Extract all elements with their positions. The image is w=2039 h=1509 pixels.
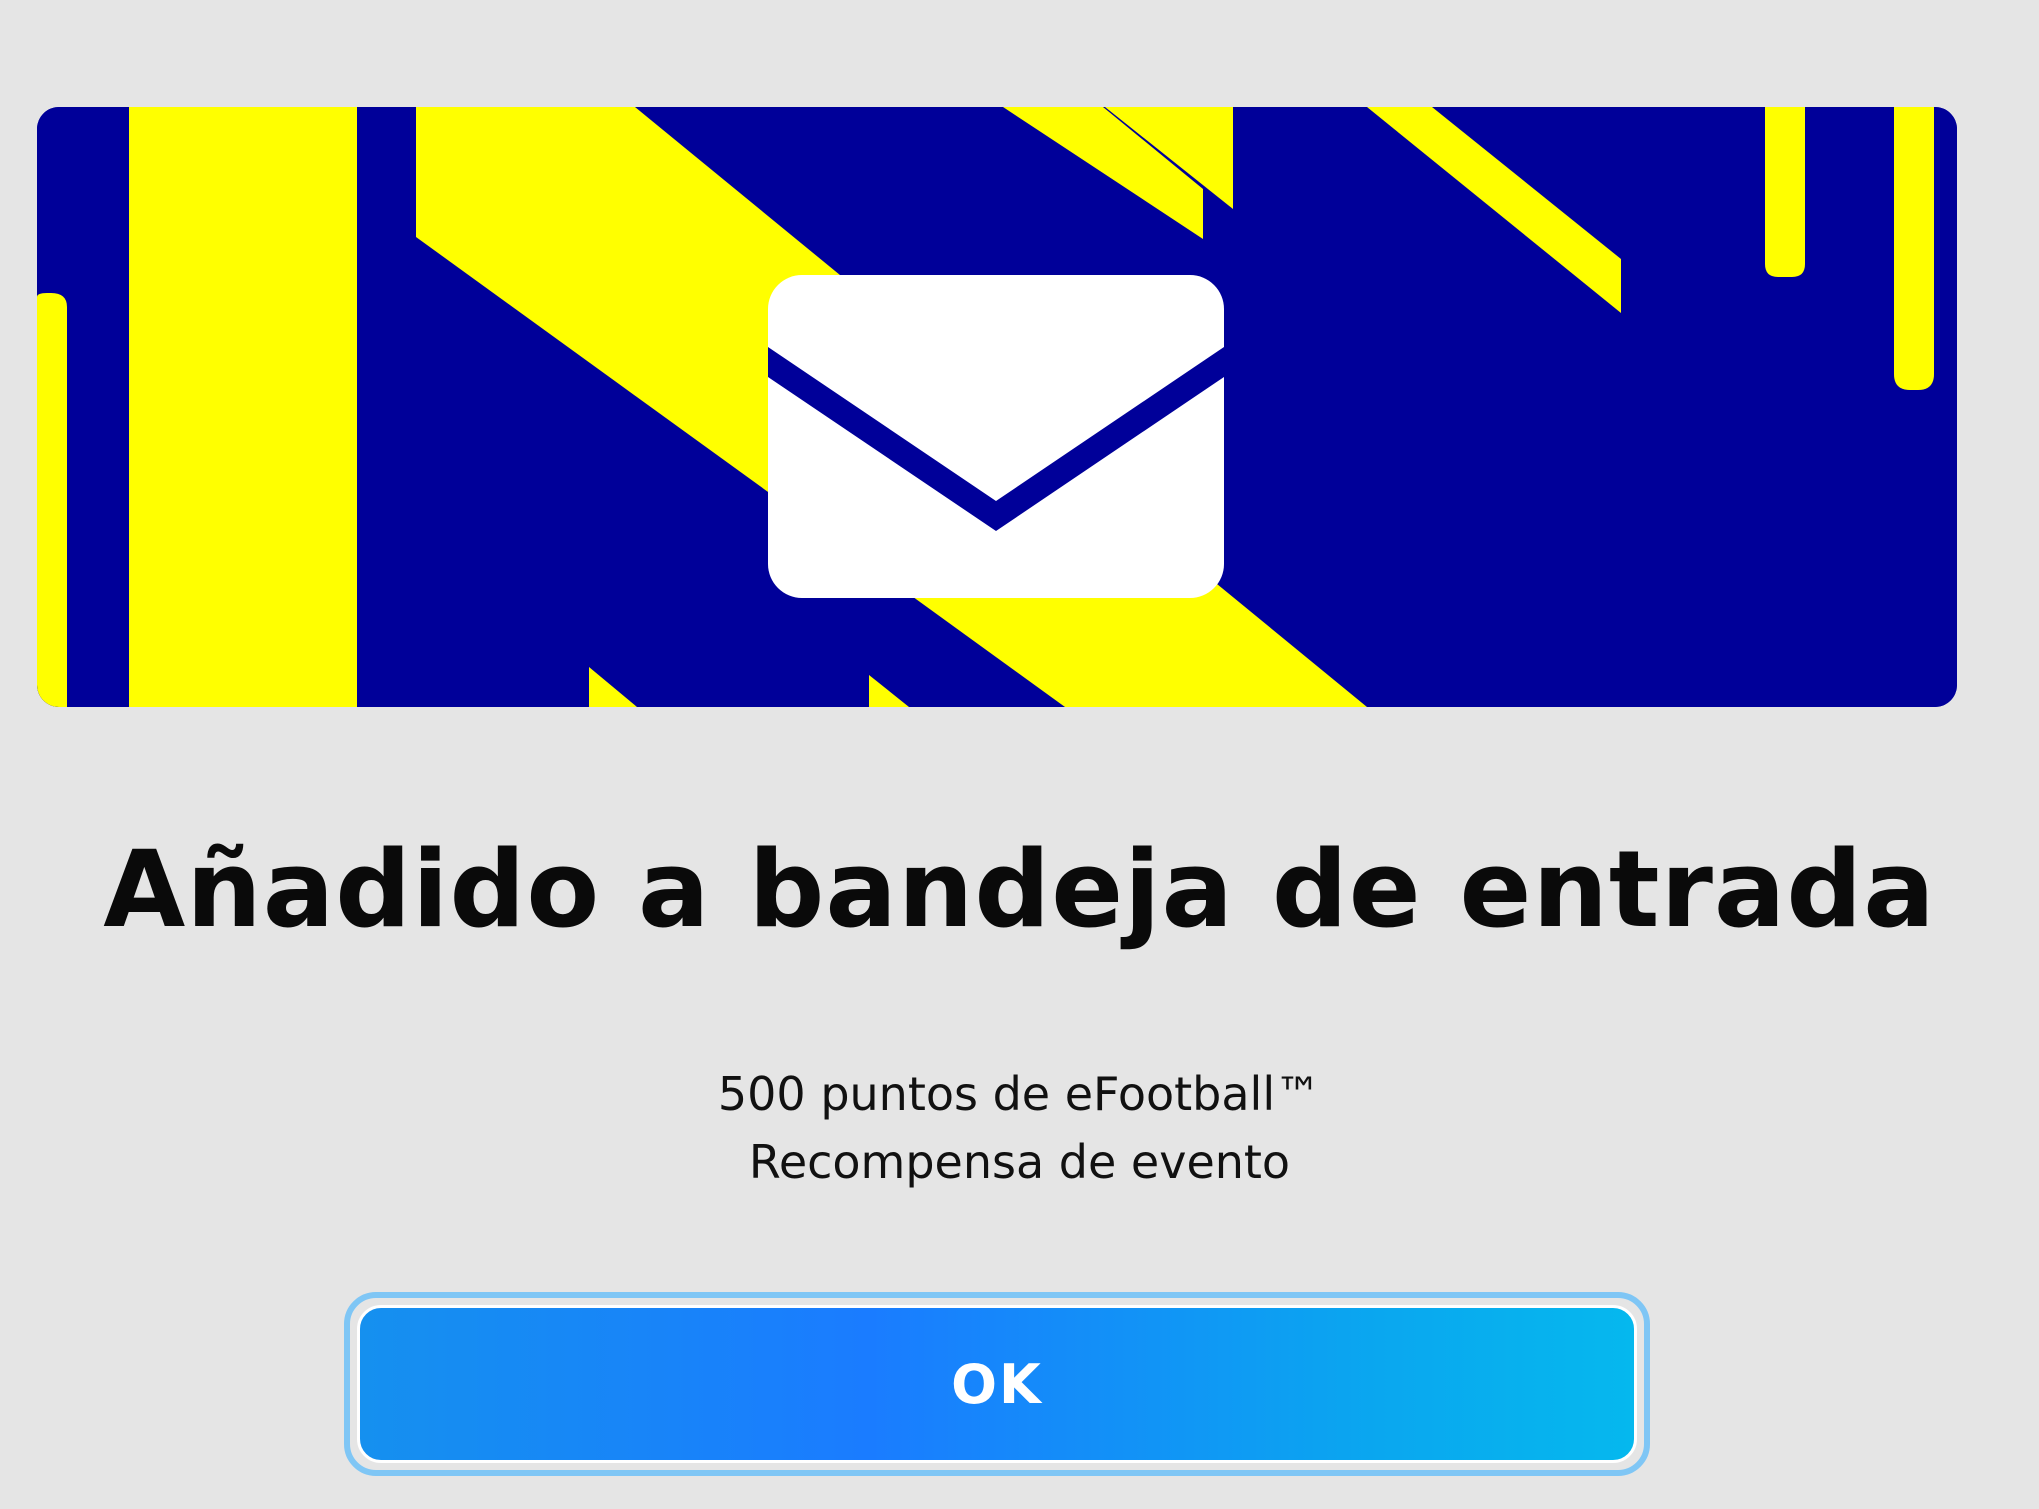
ok-button-label: OK [951, 1352, 1043, 1416]
ok-button-face[interactable]: OK [357, 1305, 1637, 1463]
envelope-icon [768, 275, 1224, 598]
reward-banner [37, 107, 1957, 707]
reward-details: 500 puntos de eFootball™ Recompensa de e… [0, 1060, 2039, 1196]
reward-source: Recompensa de evento [748, 1135, 1291, 1189]
ok-button[interactable]: OK [344, 1292, 1650, 1476]
dialog-title: Añadido a bandeja de entrada [103, 828, 1936, 951]
reward-name: 500 puntos de eFootball™ [717, 1067, 1322, 1121]
